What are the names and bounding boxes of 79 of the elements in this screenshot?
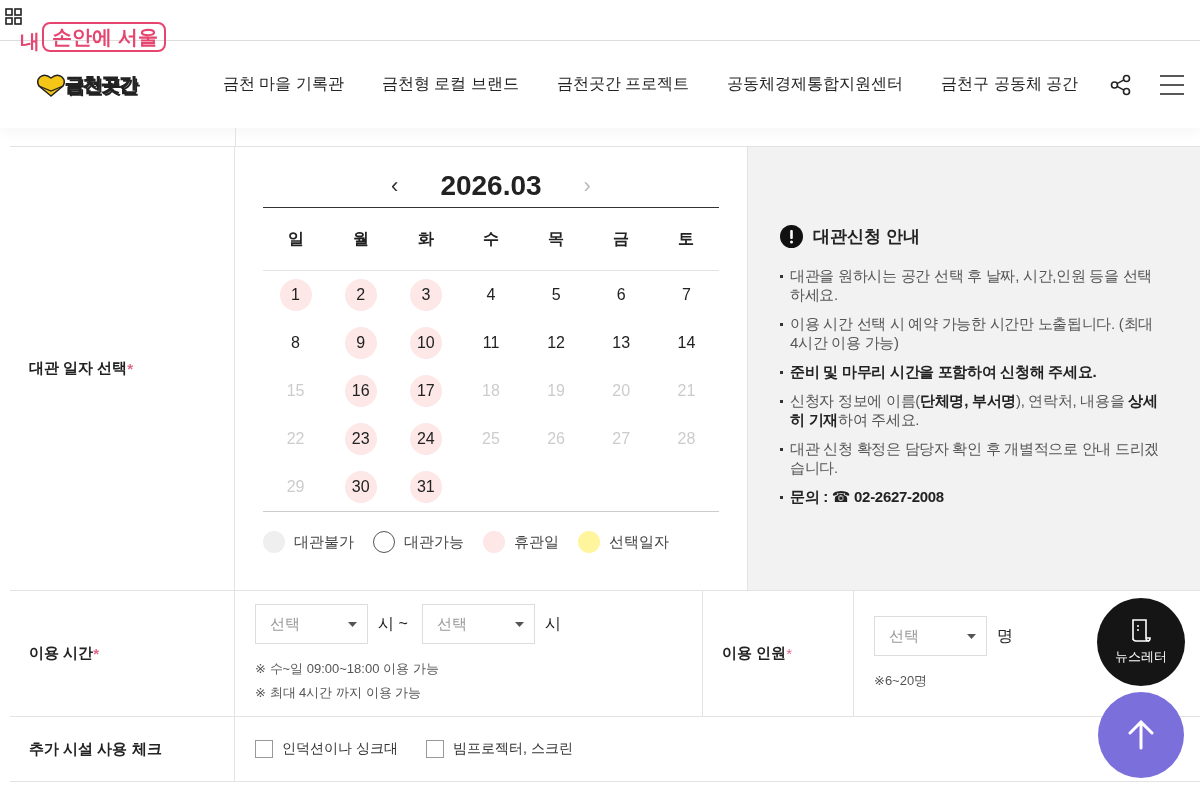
calendar-day[interactable]: 23: [344, 423, 377, 455]
weekday-label: 월: [352, 228, 369, 249]
calendar-day[interactable]: 24: [409, 423, 442, 455]
calendar-day[interactable]: 30: [344, 471, 377, 503]
field-label: 대관 일자 선택: [29, 359, 128, 378]
app-grid-icon[interactable]: [5, 8, 22, 25]
guide-text: 이용 시간 선택 시 예약 가능한 시간만 노출됩니다. (최대 4시간 이용 가능): [790, 314, 1154, 352]
weekday-label: 화: [417, 228, 434, 249]
guide-title: 대관신청 안내: [813, 226, 920, 248]
bullet-icon: [780, 323, 783, 326]
calendar-day[interactable]: 13: [605, 327, 638, 359]
guide-text: 대관 신청 확정은 담당자 확인 후 개별적으로 안내 드리겠습니다.: [790, 439, 1161, 477]
unit-label: 명: [997, 625, 1013, 646]
weekday-label: 금: [613, 228, 630, 249]
legend-label: 선택일자: [609, 532, 669, 552]
alert-icon: [780, 225, 803, 248]
caret-icon: [967, 633, 976, 639]
calendar-day[interactable]: 4: [475, 279, 507, 311]
previous-month-button[interactable]: ‹: [387, 173, 403, 199]
calendar-day[interactable]: 2: [344, 279, 377, 311]
calendar-day[interactable]: 7: [670, 279, 703, 311]
nav-link[interactable]: 금천형 로컬 브랜드: [381, 74, 519, 95]
caret-icon: [514, 621, 524, 627]
note-text: ※ 최대 4시간 까지 이용 가능: [255, 684, 423, 702]
calendar-day[interactable]: 11: [475, 327, 507, 359]
bullet-icon: [780, 448, 783, 451]
bullet-icon: [780, 496, 783, 499]
guide-text: 대관을 원하시는 공간 선택 후 날짜, 시간,인원 등을 선택하세요.: [790, 266, 1154, 304]
calendar-day[interactable]: 1: [279, 279, 312, 311]
bullet-icon: [780, 371, 783, 374]
bullet-icon: [780, 275, 783, 278]
weekday-label: 토: [678, 228, 695, 249]
calendar-day[interactable]: 10: [409, 327, 442, 359]
field-label: 이용 인원: [722, 644, 787, 663]
checkbox-label: 인덕션이나 싱크대: [282, 740, 398, 758]
checkbox[interactable]: [425, 740, 444, 758]
up-arrow-icon: [1128, 720, 1154, 750]
bullet-icon: [780, 400, 783, 403]
month-title: 2026.03: [440, 170, 542, 202]
note-text: ※6~20명: [874, 672, 929, 690]
nav-link[interactable]: 금천 마을 기록관: [222, 74, 344, 95]
legend-label: 휴관일: [514, 532, 559, 552]
field-label: 추가 시설 사용 체크: [29, 739, 162, 759]
required-mark: *: [786, 645, 792, 662]
unit-label: 시 ~: [378, 613, 408, 634]
newsletter-button[interactable]: 뉴스레터: [1097, 598, 1185, 686]
calendar-day[interactable]: 3: [409, 279, 442, 311]
calendar-day[interactable]: 6: [605, 279, 638, 311]
menu-icon[interactable]: [1160, 74, 1184, 95]
share-icon[interactable]: [1110, 73, 1132, 96]
legend-label: 대관가능: [404, 532, 464, 552]
nav-link[interactable]: 금천곳간 프로젝트: [556, 74, 690, 95]
calendar-day[interactable]: 12: [540, 327, 573, 359]
checkbox-label: 빔프로젝터, 스크린: [452, 740, 573, 758]
caret-icon: [348, 621, 357, 627]
nav-link[interactable]: 공동체경제통합지원센터: [727, 74, 904, 95]
field-label: 이용 시간: [29, 644, 94, 663]
guide-text: 문의 : ☎ 02-2627-2008: [790, 487, 944, 506]
calendar-day[interactable]: 8: [279, 327, 312, 359]
calendar-day[interactable]: 5: [540, 279, 573, 311]
calendar-day[interactable]: 14: [670, 327, 703, 359]
calendar-day[interactable]: 9: [344, 327, 377, 359]
document-icon: [1130, 618, 1152, 644]
nav-link[interactable]: 금천구 공동체 공간: [941, 74, 1078, 95]
checkbox[interactable]: [255, 740, 273, 758]
weekday-label: 수: [483, 228, 499, 249]
legend-label: 대관불가: [294, 532, 354, 552]
calendar-day[interactable]: 17: [409, 375, 442, 407]
site-logo[interactable]: 금천곳간: [37, 71, 137, 98]
required-mark: *: [93, 645, 99, 662]
required-mark: *: [127, 360, 134, 377]
weekday-label: 목: [548, 228, 565, 249]
unit-label: 시: [544, 613, 561, 634]
note-text: ※ 수~일 09:00~18:00 이용 가능: [255, 660, 440, 678]
guide-text: 신청자 정보에 이름(단체명, 부서명), 연락처, 내용을 상세히 기재하여 주세요.: [790, 391, 1159, 429]
weekday-label: 일: [287, 228, 304, 249]
calendar-day[interactable]: 31: [409, 471, 442, 503]
guide-text: 준비 및 마무리 시간을 포함하여 신청해 주세요.: [790, 362, 1097, 381]
calendar-day[interactable]: 16: [344, 375, 377, 407]
